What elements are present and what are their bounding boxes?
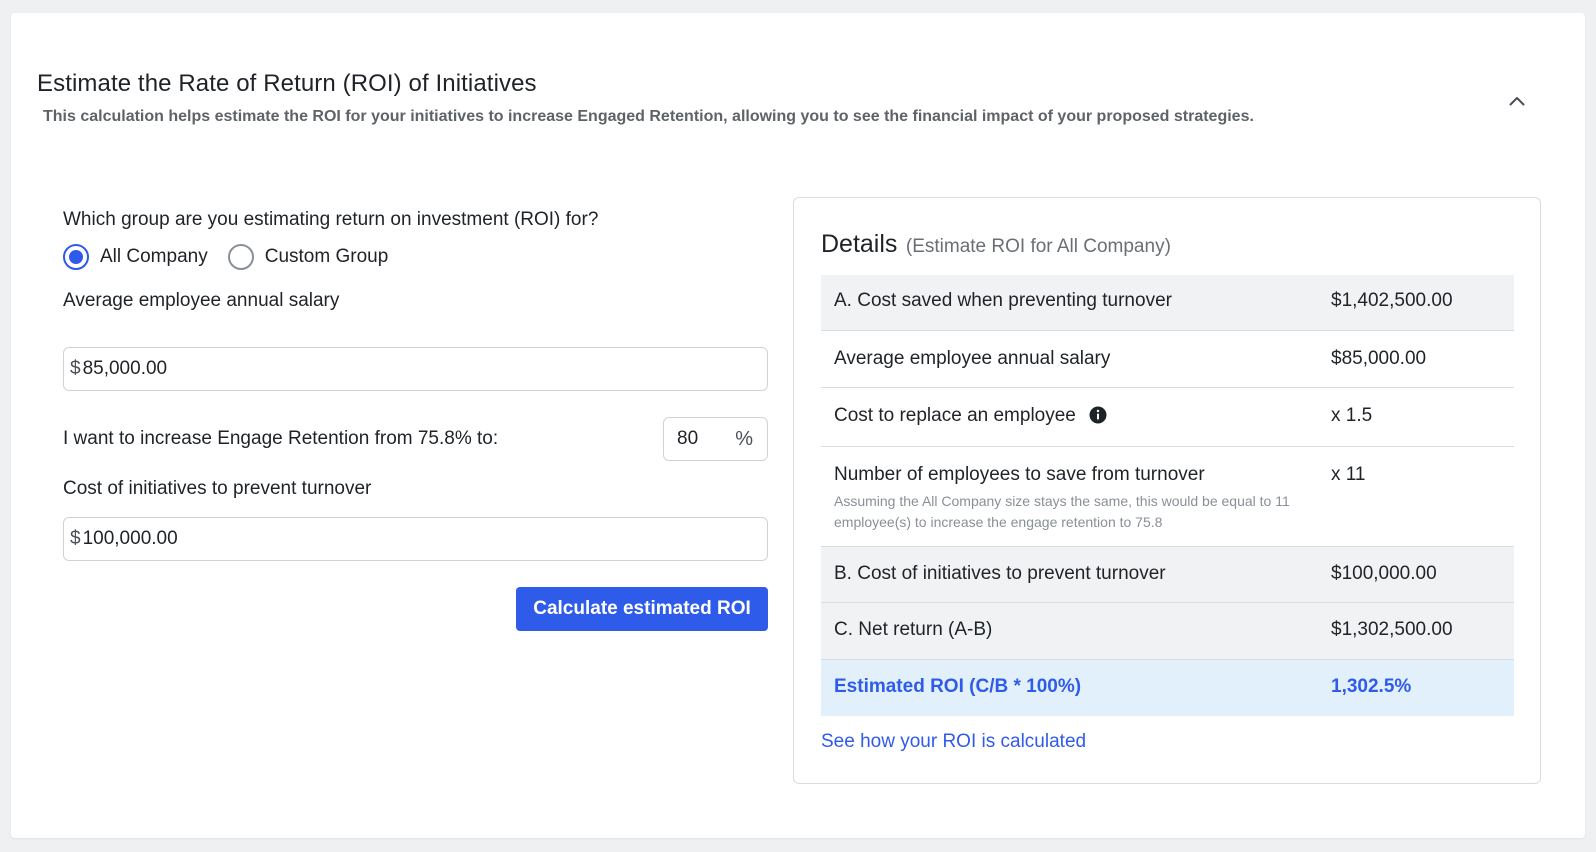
- table-row: B. Cost of initiatives to prevent turnov…: [821, 547, 1514, 603]
- roi-result-value: 1,302.5%: [1331, 676, 1412, 697]
- cost-input[interactable]: [82, 528, 683, 550]
- details-panel: Details (Estimate ROI for All Company) A…: [793, 197, 1541, 784]
- table-row: A. Cost saved when preventing turnover $…: [821, 275, 1514, 331]
- row-label-with-icon: Cost to replace an employee: [834, 405, 1107, 427]
- row-value: x 11: [1331, 464, 1366, 485]
- chevron-up-icon: [1509, 97, 1525, 106]
- row-label: Cost to replace an employee: [834, 405, 1076, 426]
- radio-label-custom-group: Custom Group: [264, 246, 389, 267]
- salary-input[interactable]: [82, 358, 683, 380]
- row-value: $85,000.00: [1331, 348, 1427, 369]
- table-row: C. Net return (A-B) $1,302,500.00: [821, 603, 1514, 660]
- calculate-roi-button[interactable]: Calculate estimated ROI: [516, 587, 768, 631]
- row-value: $1,302,500.00: [1331, 619, 1453, 640]
- retention-label: I want to increase Engage Retention from…: [63, 428, 499, 449]
- retention-input-wrapper: %: [663, 417, 768, 461]
- roi-result-row: Estimated ROI (C/B * 100%) 1,302.5%: [821, 660, 1514, 716]
- cost-label: Cost of initiatives to prevent turnover: [63, 478, 372, 499]
- page-title: Estimate the Rate of Return (ROI) of Ini…: [37, 70, 537, 97]
- row-value: x 1.5: [1331, 405, 1373, 426]
- row-label: A. Cost saved when preventing turnover: [834, 290, 1172, 311]
- radio-all-company[interactable]: [63, 244, 89, 270]
- radio-option-all-company[interactable]: All Company: [63, 244, 208, 270]
- retention-input[interactable]: [677, 428, 717, 450]
- currency-symbol: $: [70, 528, 81, 549]
- details-table: A. Cost saved when preventing turnover $…: [821, 275, 1514, 716]
- page-subtitle: This calculation helps estimate the ROI …: [43, 108, 1254, 125]
- radio-option-custom-group[interactable]: Custom Group: [227, 244, 389, 270]
- row-label: Number of employees to save from turnove…: [834, 464, 1205, 485]
- details-title: Details (Estimate ROI for All Company): [821, 230, 1171, 259]
- details-subheading: (Estimate ROI for All Company): [905, 236, 1171, 257]
- table-row: Cost to replace an employee x 1.5: [821, 388, 1514, 447]
- salary-input-wrapper: $: [63, 347, 768, 391]
- row-value: $1,402,500.00: [1331, 290, 1453, 311]
- see-roi-calculation-link[interactable]: See how your ROI is calculated: [821, 731, 1086, 753]
- row-label: C. Net return (A-B): [834, 619, 993, 640]
- radio-label-all-company: All Company: [100, 246, 208, 267]
- percent-symbol: %: [735, 427, 753, 450]
- radio-custom-group[interactable]: [227, 244, 254, 270]
- salary-label: Average employee annual salary: [63, 290, 340, 311]
- cost-input-wrapper: $: [63, 517, 768, 561]
- row-label: B. Cost of initiatives to prevent turnov…: [834, 563, 1166, 584]
- roi-card: Estimate the Rate of Return (ROI) of Ini…: [11, 13, 1585, 838]
- row-note: Assuming the All Company size stays the …: [834, 493, 1290, 530]
- group-question: Which group are you estimating return on…: [63, 209, 599, 230]
- info-icon[interactable]: [1089, 406, 1107, 424]
- row-value: $100,000.00: [1331, 563, 1437, 584]
- details-heading: Details: [821, 230, 898, 258]
- table-row: Number of employees to save from turnove…: [821, 447, 1514, 547]
- group-radio-group: All Company Custom Group: [63, 244, 408, 270]
- currency-symbol: $: [70, 358, 81, 379]
- roi-result-label: Estimated ROI (C/B * 100%): [834, 676, 1082, 697]
- table-row: Average employee annual salary $85,000.0…: [821, 331, 1514, 388]
- row-label: Average employee annual salary: [834, 348, 1111, 369]
- collapse-button[interactable]: [1501, 85, 1533, 117]
